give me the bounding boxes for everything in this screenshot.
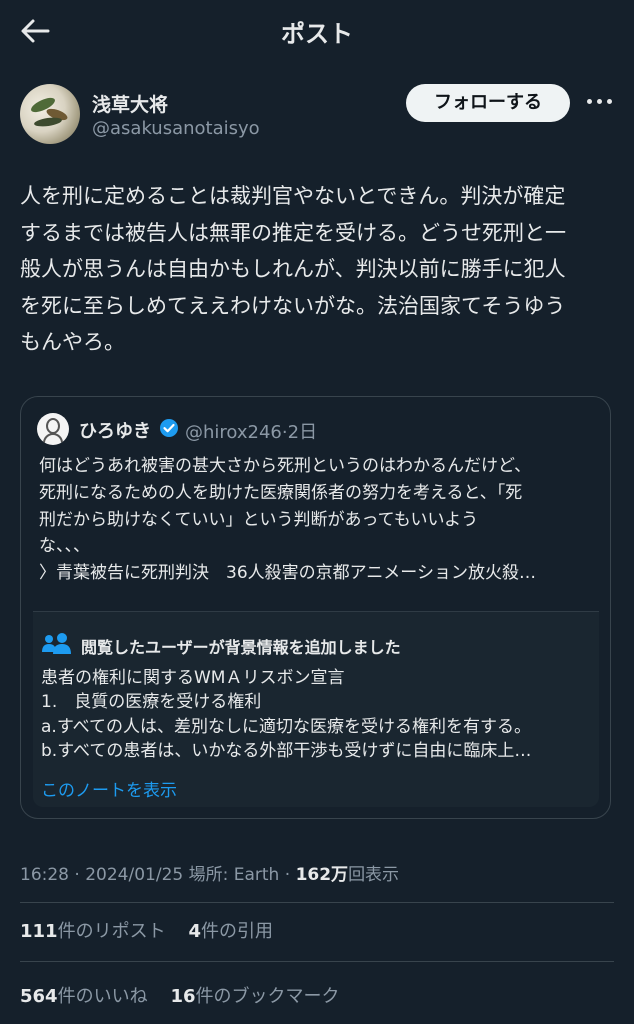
repost-stats: 111件のリポスト 4件の引用 — [20, 917, 273, 943]
likes-link[interactable]: 564件のいいね — [20, 986, 148, 1007]
meta-dot: · — [284, 865, 291, 885]
people-icon — [42, 633, 71, 654]
likes-count: 564 — [20, 986, 58, 1007]
view-count: 162万 — [295, 865, 349, 885]
post-time: 16:28 — [20, 865, 69, 885]
post-text: 人を刑に定めることは裁判官やないとできん。判決が確定 するまでは被告人は無罪の推… — [20, 184, 566, 354]
reposts-link[interactable]: 111件のリポスト — [20, 921, 166, 942]
note-title: 閲覧したユーザーが背景情報を追加しました — [81, 638, 401, 657]
display-name[interactable]: 浅草大将 — [92, 90, 168, 117]
community-note: 閲覧したユーザーが背景情報を追加しました 患者の権利に関するWMＡリスボン宣言 … — [33, 611, 599, 807]
divider — [20, 902, 614, 903]
quoted-post[interactable]: ひろゆき @hirox246·2日 何はどうあれ被害の甚大さから死刑というのはわ… — [20, 396, 611, 819]
likes-label: 件のいいね — [57, 986, 148, 1007]
quote-meta: @hirox246·2日 — [185, 418, 317, 444]
avatar-body — [43, 433, 63, 445]
post-date: 2024/01/25 — [85, 865, 184, 885]
author-row: 浅草大将 @asakusanotaisyo フォローする — [20, 84, 620, 148]
quotes-label: 件の引用 — [201, 921, 273, 942]
avatar-head — [46, 418, 60, 434]
bookmarks-link[interactable]: 16件のブックマーク — [170, 986, 339, 1007]
reposts-count: 111 — [20, 921, 58, 942]
show-note-link[interactable]: このノートを表示 — [41, 776, 177, 801]
bookmarks-count: 16 — [170, 986, 196, 1007]
quote-text: 何はどうあれ被害の甚大さから死刑というのはわかるんだけど、 死刑になるための人を… — [39, 456, 536, 584]
bookmarks-label: 件のブックマーク — [195, 986, 340, 1007]
post-meta: 16:28 · 2024/01/25 場所: Earth · 162万回表示 — [20, 860, 399, 885]
follow-button[interactable]: フォローする — [406, 84, 570, 122]
quote-display-name: ひろゆき — [79, 421, 151, 442]
reposts-label: 件のリポスト — [57, 921, 166, 942]
verified-badge-icon — [160, 419, 178, 437]
like-stats: 564件のいいね 16件のブックマーク — [20, 982, 340, 1008]
more-dot — [597, 99, 602, 104]
divider — [20, 961, 614, 962]
quote-handle: @hirox246 — [185, 422, 282, 443]
quotes-link[interactable]: 4件の引用 — [188, 921, 273, 942]
avatar-leaf — [33, 116, 63, 128]
quote-avatar — [37, 413, 69, 445]
quote-age: 2日 — [287, 422, 318, 443]
avatar[interactable] — [20, 84, 80, 144]
user-handle[interactable]: @asakusanotaisyo — [92, 118, 260, 139]
more-dot — [607, 99, 612, 104]
ellipsis-horizontal-icon[interactable] — [586, 90, 614, 114]
view-label: 回表示 — [348, 865, 400, 885]
more-dot — [587, 99, 592, 104]
quotes-count: 4 — [188, 921, 201, 942]
note-text: 患者の権利に関するWMＡリスボン宣言 1. 良質の医療を受ける権利 a.すべての… — [41, 668, 532, 761]
top-bar: ポスト — [0, 0, 634, 62]
post-location[interactable]: 場所: Earth — [189, 865, 280, 885]
page-title: ポスト — [281, 20, 353, 48]
meta-dot: · — [74, 865, 80, 885]
